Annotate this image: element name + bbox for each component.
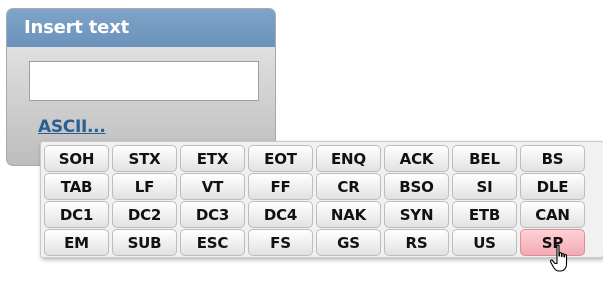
ascii-key-ack[interactable]: ACK bbox=[384, 145, 449, 172]
insert-text-input[interactable] bbox=[29, 61, 259, 101]
ascii-key-soh[interactable]: SOH bbox=[44, 145, 109, 172]
ascii-key-us[interactable]: US bbox=[452, 229, 517, 256]
hand-pointer-icon bbox=[549, 244, 568, 272]
ascii-key-dle[interactable]: DLE bbox=[520, 173, 585, 200]
ascii-key-ff[interactable]: FF bbox=[248, 173, 313, 200]
panel-title: Insert text bbox=[7, 9, 275, 47]
ascii-key-dc4[interactable]: DC4 bbox=[248, 201, 313, 228]
ascii-key-cr[interactable]: CR bbox=[316, 173, 381, 200]
ascii-key-etx[interactable]: ETX bbox=[180, 145, 245, 172]
ascii-key-bel[interactable]: BEL bbox=[452, 145, 517, 172]
ascii-key-etb[interactable]: ETB bbox=[452, 201, 517, 228]
ascii-key-lf[interactable]: LF bbox=[112, 173, 177, 200]
ascii-key-em[interactable]: EM bbox=[44, 229, 109, 256]
ascii-key-sub[interactable]: SUB bbox=[112, 229, 177, 256]
ascii-key-esc[interactable]: ESC bbox=[180, 229, 245, 256]
ascii-link[interactable]: ASCII... bbox=[38, 117, 106, 137]
ascii-key-fs[interactable]: FS bbox=[248, 229, 313, 256]
ascii-key-si[interactable]: SI bbox=[452, 173, 517, 200]
ascii-key-dc1[interactable]: DC1 bbox=[44, 201, 109, 228]
ascii-key-dc2[interactable]: DC2 bbox=[112, 201, 177, 228]
ascii-key-stx[interactable]: STX bbox=[112, 145, 177, 172]
ascii-key-enq[interactable]: ENQ bbox=[316, 145, 381, 172]
ascii-key-tab[interactable]: TAB bbox=[44, 173, 109, 200]
ascii-key-syn[interactable]: SYN bbox=[384, 201, 449, 228]
ascii-key-bs[interactable]: BS bbox=[520, 145, 585, 172]
ascii-key-can[interactable]: CAN bbox=[520, 201, 585, 228]
ascii-key-rs[interactable]: RS bbox=[384, 229, 449, 256]
ascii-key-vt[interactable]: VT bbox=[180, 173, 245, 200]
ascii-key-bso[interactable]: BSO bbox=[384, 173, 449, 200]
ascii-key-dc3[interactable]: DC3 bbox=[180, 201, 245, 228]
ascii-key-nak[interactable]: NAK bbox=[316, 201, 381, 228]
ascii-key-grid: SOH STX ETX EOT ENQ ACK BEL BS TAB LF VT FF CR BSO SI D… bbox=[40, 141, 603, 258]
ascii-key-gs[interactable]: GS bbox=[316, 229, 381, 256]
ascii-key-eot[interactable]: EOT bbox=[248, 145, 313, 172]
